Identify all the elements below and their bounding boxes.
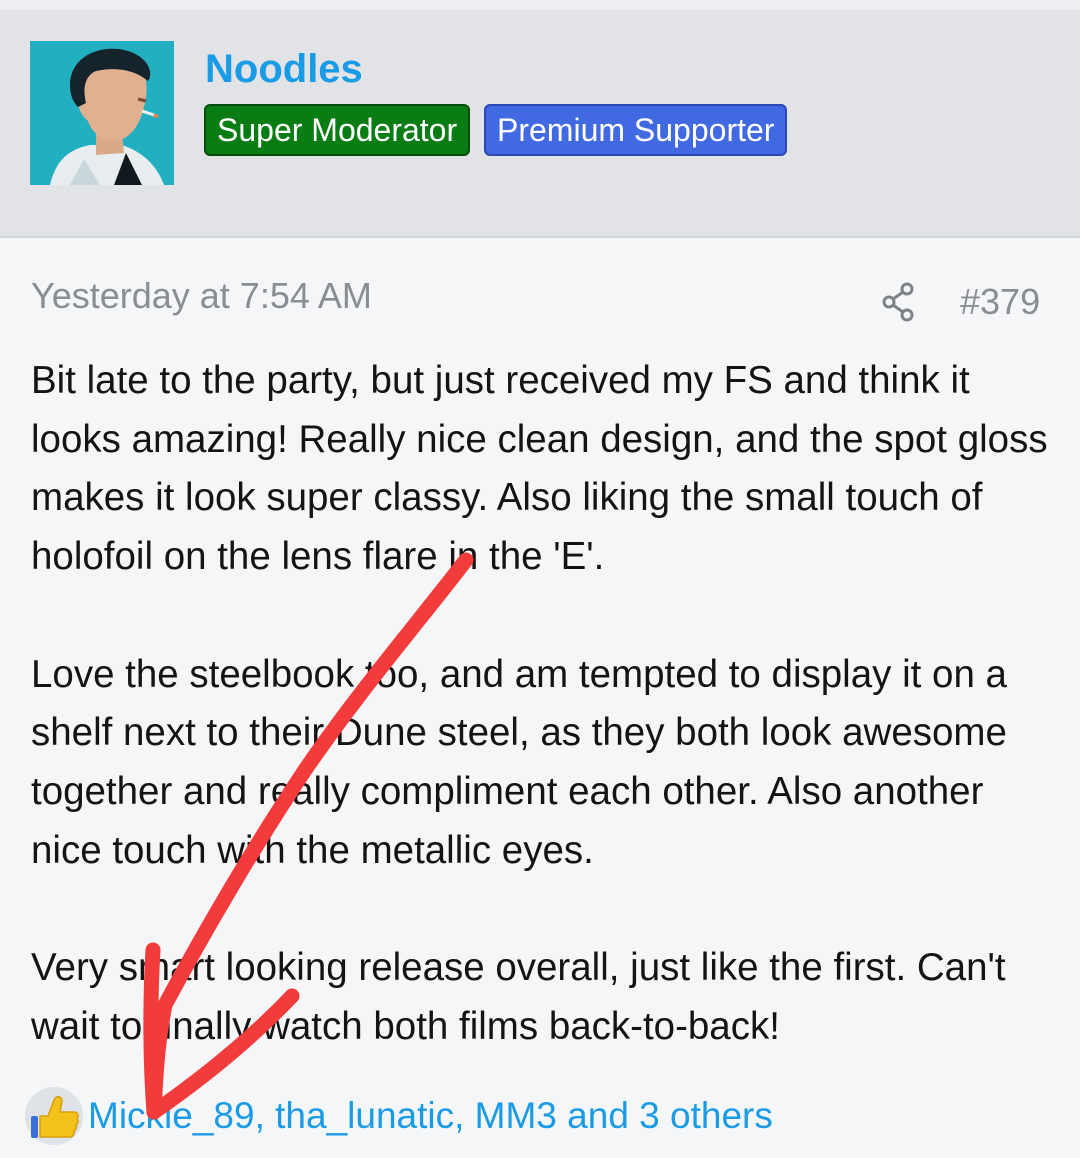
post-paragraph: Love the steelbook too, and am tempted t… bbox=[31, 652, 1007, 872]
username[interactable]: Noodles bbox=[205, 46, 363, 92]
reaction-users-link[interactable]: Mickle_89, tha_lunatic, MM3 and 3 others bbox=[88, 1092, 773, 1140]
share-icon[interactable] bbox=[880, 282, 916, 322]
post-paragraph: Very smart looking release overall, just… bbox=[31, 946, 1006, 1048]
avatar[interactable] bbox=[30, 41, 174, 185]
thumbs-up-icon bbox=[24, 1086, 84, 1146]
post-paragraph: Bit late to the party, but just received… bbox=[31, 359, 1048, 579]
badge-super-moderator: Super Moderator bbox=[204, 104, 471, 156]
forum-post-page: Noodles Super Moderator Premium Supporte… bbox=[0, 0, 1080, 1158]
post-body: Bit late to the party, but just received… bbox=[31, 352, 1061, 1056]
post-user-header: Noodles Super Moderator Premium Supporte… bbox=[0, 10, 1080, 238]
avatar-portrait-image bbox=[30, 41, 174, 185]
post-number-link[interactable]: #379 bbox=[960, 278, 1040, 326]
top-strip bbox=[0, 0, 1080, 10]
badge-premium-supporter: Premium Supporter bbox=[484, 104, 788, 156]
post-timestamp[interactable]: Yesterday at 7:54 AM bbox=[31, 272, 372, 320]
